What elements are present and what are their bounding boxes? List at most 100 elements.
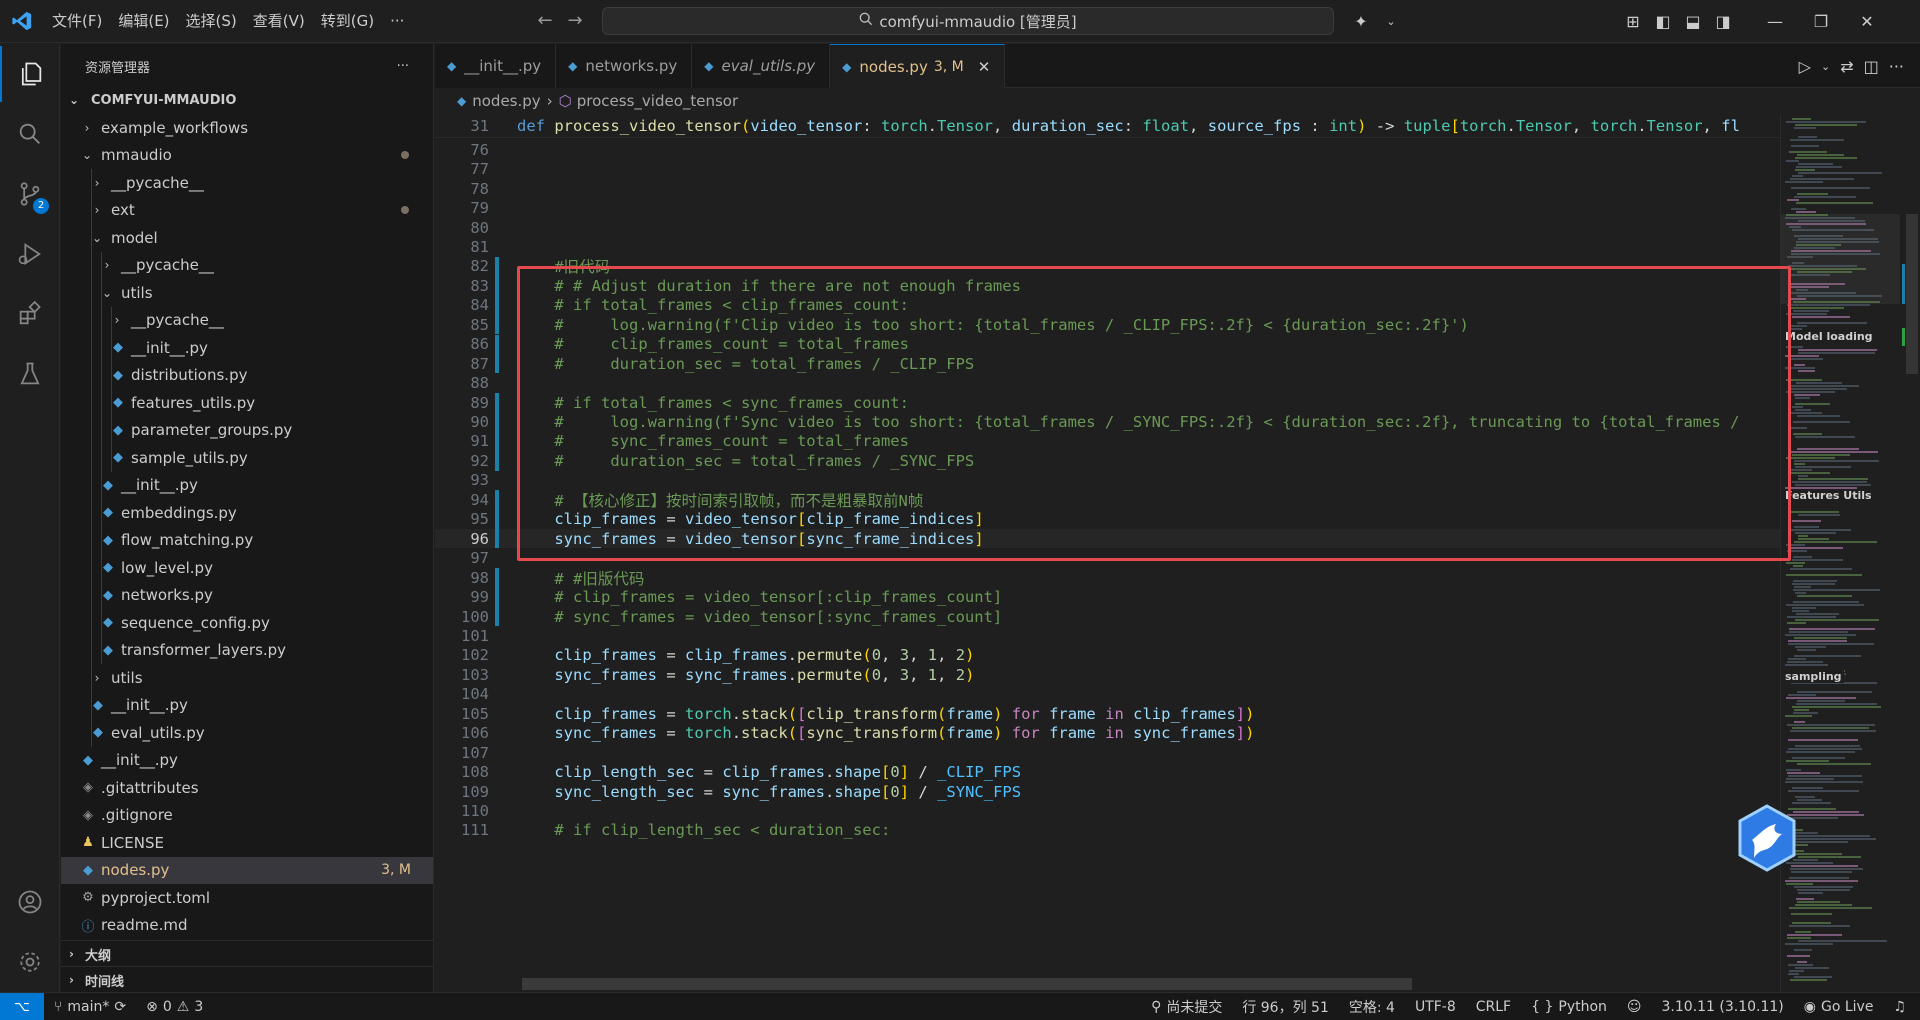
problems-indicator[interactable]: ⊗ 0 ⚠ 3 bbox=[136, 999, 213, 1015]
menu-item[interactable]: 编辑(E) bbox=[110, 0, 177, 43]
minimize-icon[interactable]: — bbox=[1752, 12, 1798, 31]
code-line[interactable]: 101 bbox=[435, 626, 1780, 645]
indentation[interactable]: 空格: 4 bbox=[1339, 997, 1405, 1017]
code-line[interactable]: 77 bbox=[435, 159, 1780, 178]
folder-item[interactable]: › ext bbox=[61, 196, 433, 224]
folder-item[interactable]: › __pycache__ bbox=[61, 169, 433, 197]
language-mode[interactable]: { } Python bbox=[1521, 999, 1617, 1015]
cursor-position[interactable]: 行 96，列 51 bbox=[1232, 997, 1339, 1017]
code-line[interactable]: 111 # if clip_length_sec < duration_sec: bbox=[435, 821, 1780, 840]
testing-flask-icon[interactable] bbox=[0, 346, 60, 402]
file-item[interactable]: ◆ sample_utils.py bbox=[61, 444, 433, 472]
tab-init-py[interactable]: ◆ __init__.py bbox=[435, 44, 557, 88]
run-python-file-icon[interactable]: ▷ bbox=[1799, 57, 1811, 76]
horizontal-scrollbar-thumb[interactable] bbox=[522, 978, 1412, 990]
scrollbar-thumb[interactable] bbox=[1906, 214, 1918, 374]
line-ending[interactable]: CRLF bbox=[1466, 999, 1521, 1015]
file-item[interactable]: ◆ nodes.py 3, M bbox=[61, 856, 433, 884]
command-center[interactable]: comfyui-mmaudio [管理员] bbox=[602, 7, 1334, 35]
toggle-panel-icon[interactable]: ⬓ bbox=[1678, 12, 1708, 31]
close-tab-icon[interactable]: ✕ bbox=[978, 58, 991, 76]
code-line[interactable]: 110 bbox=[435, 801, 1780, 820]
file-item[interactable]: ⚙ pyproject.toml bbox=[61, 884, 433, 912]
folder-item[interactable]: ⌄ utils bbox=[61, 279, 433, 307]
folder-item[interactable]: › example_workflows bbox=[61, 114, 433, 142]
folder-item[interactable]: › __pycache__ bbox=[61, 251, 433, 279]
file-item[interactable]: ◆ __init__.py bbox=[61, 747, 433, 775]
more-actions-icon[interactable]: ··· bbox=[1889, 57, 1904, 76]
back-arrow-icon[interactable]: ← bbox=[530, 10, 560, 31]
menu-item[interactable]: 文件(F) bbox=[44, 0, 110, 43]
code-line[interactable]: 96 sync_frames = video_tensor[sync_frame… bbox=[435, 529, 1780, 549]
file-item[interactable]: ◆ parameter_groups.py bbox=[61, 416, 433, 444]
folder-item[interactable]: ⌄ model bbox=[61, 224, 433, 252]
code-line[interactable]: 86 # clip_frames_count = total_frames bbox=[435, 334, 1780, 354]
search-icon[interactable] bbox=[0, 106, 60, 162]
source-control-icon[interactable]: 2 bbox=[0, 166, 60, 222]
file-item[interactable]: ◈ .gitattributes bbox=[61, 774, 433, 802]
file-item[interactable]: ◆ sequence_config.py bbox=[61, 609, 433, 637]
code-line[interactable]: 102 clip_frames = clip_frames.permute(0,… bbox=[435, 646, 1780, 665]
split-editor-icon[interactable]: ◫ bbox=[1864, 57, 1879, 76]
minimap[interactable]: Model loading Features Utils sampling bbox=[1780, 114, 1901, 992]
file-item[interactable]: ◆ distributions.py bbox=[61, 361, 433, 389]
uncommitted-status[interactable]: ⚲ 尚未提交 bbox=[1141, 997, 1232, 1017]
code-line[interactable]: 82 #旧代码 bbox=[435, 256, 1780, 276]
code-line[interactable]: 100 # sync_frames = video_tensor[:sync_f… bbox=[435, 606, 1780, 627]
file-item[interactable]: ◆ flow_matching.py bbox=[61, 526, 433, 554]
python-interpreter[interactable]: 3.10.11 (3.10.11) bbox=[1652, 999, 1794, 1015]
minimap-viewport[interactable] bbox=[1781, 214, 1901, 304]
code-editor[interactable]: 76 77 78 79 80 81 82 #旧代码 83 # # Adjust duratio… bbox=[435, 114, 1780, 992]
file-item[interactable]: ◆ embeddings.py bbox=[61, 499, 433, 527]
restore-icon[interactable]: ❐ bbox=[1798, 12, 1844, 31]
folder-item[interactable]: ⌄ mmaudio bbox=[61, 142, 433, 170]
file-item[interactable]: ◆ low_level.py bbox=[61, 554, 433, 582]
remote-indicator-icon[interactable]: ⌥ bbox=[0, 992, 44, 1020]
code-line[interactable]: 107 bbox=[435, 743, 1780, 762]
file-item[interactable]: ♟ LICENSE bbox=[61, 829, 433, 857]
account-icon[interactable] bbox=[0, 874, 60, 930]
toggle-primary-sidebar-icon[interactable]: ◧ bbox=[1648, 12, 1678, 31]
code-line[interactable]: 99 # clip_frames = video_tensor[:clip_fr… bbox=[435, 587, 1780, 607]
forward-arrow-icon[interactable]: → bbox=[560, 10, 590, 31]
file-item[interactable]: ◆ eval_utils.py bbox=[61, 719, 433, 747]
code-line[interactable]: 79 bbox=[435, 198, 1780, 217]
code-line[interactable]: 93 bbox=[435, 471, 1780, 490]
file-item[interactable]: ⓘ readme.md bbox=[61, 912, 433, 939]
extensions-icon[interactable] bbox=[0, 286, 60, 342]
menu-item[interactable]: 选择(S) bbox=[178, 0, 245, 43]
folder-item[interactable]: › __pycache__ bbox=[61, 306, 433, 334]
notifications-bell-icon[interactable]: ♫ bbox=[1883, 999, 1920, 1015]
code-line[interactable]: 92 # duration_sec = total_frames / _SYNC… bbox=[435, 451, 1780, 471]
explorer-icon[interactable] bbox=[0, 46, 60, 102]
code-line[interactable]: 81 bbox=[435, 237, 1780, 256]
code-line[interactable]: 87 # duration_sec = total_frames / _CLIP… bbox=[435, 353, 1780, 374]
run-debug-icon[interactable] bbox=[0, 226, 60, 282]
tab-networks-py[interactable]: ◆ networks.py bbox=[556, 44, 693, 88]
customize-layout-icon[interactable]: ⊞ bbox=[1618, 12, 1648, 31]
tab-eval-utils-py[interactable]: ◆ eval_utils.py bbox=[692, 44, 831, 88]
code-line[interactable]: 78 bbox=[435, 179, 1780, 198]
code-line[interactable]: 103 sync_frames = sync_frames.permute(0,… bbox=[435, 665, 1780, 684]
menu-item[interactable]: 查看(V) bbox=[245, 0, 313, 43]
open-changes-icon[interactable]: ⇄ bbox=[1840, 57, 1853, 76]
breadcrumb-symbol[interactable]: process_video_tensor bbox=[577, 92, 738, 110]
code-line[interactable]: 105 clip_frames = torch.stack([clip_tran… bbox=[435, 704, 1780, 723]
code-line[interactable]: 84 # if total_frames < clip_frames_count… bbox=[435, 295, 1780, 316]
file-item[interactable]: ◆ __init__.py bbox=[61, 334, 433, 362]
encoding[interactable]: UTF-8 bbox=[1405, 999, 1466, 1015]
code-line[interactable]: 108 clip_length_sec = clip_frames.shape[… bbox=[435, 762, 1780, 781]
code-line[interactable]: 104 bbox=[435, 685, 1780, 704]
copilot-status-icon[interactable]: ☺ bbox=[1617, 999, 1652, 1015]
code-line[interactable]: 80 bbox=[435, 218, 1780, 237]
code-line[interactable]: 76 bbox=[435, 140, 1780, 159]
code-line[interactable]: 89 # if total_frames < sync_frames_count… bbox=[435, 392, 1780, 413]
code-line[interactable]: 90 # log.warning(f'Sync video is too sho… bbox=[435, 412, 1780, 432]
file-item[interactable]: ◆ __init__.py bbox=[61, 691, 433, 719]
file-item[interactable]: ◆ transformer_layers.py bbox=[61, 636, 433, 664]
code-line[interactable]: 83 # # Adjust duration if there are not … bbox=[435, 276, 1780, 296]
toggle-secondary-sidebar-icon[interactable]: ◨ bbox=[1708, 12, 1738, 31]
close-window-icon[interactable]: ✕ bbox=[1844, 12, 1890, 31]
copilot-icon[interactable]: ✦ bbox=[1346, 12, 1376, 31]
code-line[interactable]: 106 sync_frames = torch.stack([sync_tran… bbox=[435, 724, 1780, 743]
